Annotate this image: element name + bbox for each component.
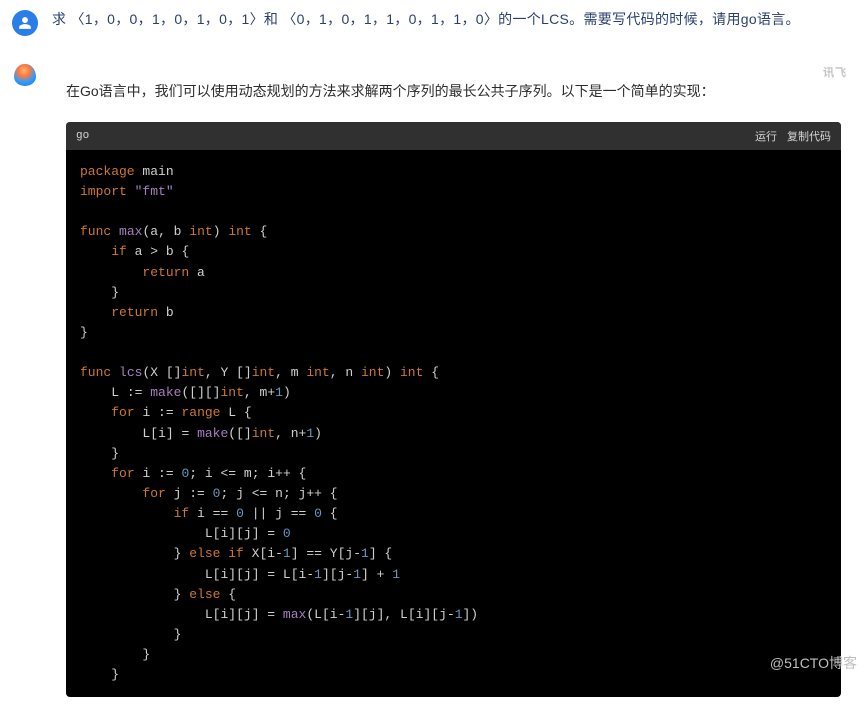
code-language-label: go [76,130,89,142]
ai-response-row: 讯飞 在Go语言中，我们可以使用动态规划的方法来求解两个序列的最长公共子序列。以… [0,50,867,719]
code-header: go 运行 复制代码 [66,122,841,150]
user-message-row: 求 〈1，0，0，1，0，1，0，1〉和 〈0，1，0，1，1，0，1，1，0〉… [0,0,867,50]
user-avatar [12,10,38,36]
code-block: go 运行 复制代码 package main import "fmt" fun… [66,122,841,698]
brand-tag: 讯飞 [823,64,847,80]
code-body[interactable]: package main import "fmt" func max(a, b … [66,150,841,698]
ai-avatar-icon [14,64,36,86]
ai-content: 讯飞 在Go语言中，我们可以使用动态规划的方法来求解两个序列的最长公共子序列。以… [52,58,855,711]
ai-avatar [12,62,38,88]
user-message-text: 求 〈1，0，0，1，0，1，0，1〉和 〈0，1，0，1，1，0，1，1，0〉… [52,8,800,30]
watermark: @51CTO博客 [770,653,857,673]
run-button[interactable]: 运行 [755,128,777,144]
copy-code-button[interactable]: 复制代码 [787,128,831,144]
code-actions: 运行 复制代码 [755,128,831,144]
ai-intro-text: 在Go语言中，我们可以使用动态规划的方法来求解两个序列的最长公共子序列。以下是一… [66,80,841,104]
